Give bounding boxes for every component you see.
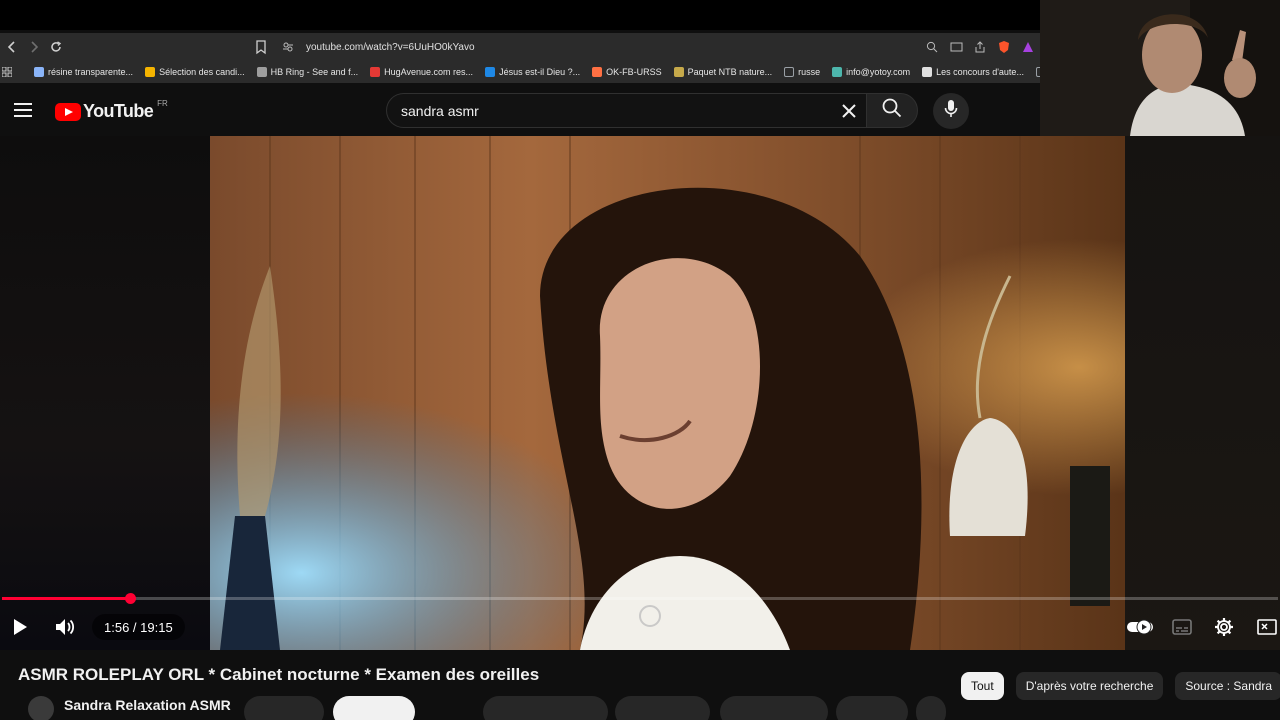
forward-icon[interactable] <box>24 37 44 57</box>
time-display: 1:56 / 19:15 <box>92 614 185 640</box>
share-button[interactable] <box>615 696 710 720</box>
bookmark-item[interactable]: Jésus est-il Dieu ?... <box>485 67 580 77</box>
bookmarks-bar: résine transparente... Sélection des can… <box>0 61 1040 83</box>
subtitles-icon[interactable] <box>1170 615 1194 639</box>
logo-text: YouTube <box>83 101 154 121</box>
bookmark-item[interactable]: Paquet NTB nature... <box>673 67 772 77</box>
autoplay-toggle[interactable] <box>1126 615 1154 639</box>
bookmark-item[interactable]: HugAvenue.com res... <box>370 67 473 77</box>
bookmark-favicon-icon <box>256 67 267 77</box>
search-input[interactable]: sandra asmr <box>386 93 866 128</box>
brave-shield-icon[interactable] <box>996 39 1012 55</box>
cast-icon[interactable] <box>948 39 964 55</box>
miniplayer-icon[interactable] <box>1255 615 1279 639</box>
bookmark-item[interactable]: info@yotoy.com <box>832 67 910 77</box>
address-bar[interactable]: youtube.com/watch?v=6UuHO0kYavo <box>254 36 1040 58</box>
player-letterbox-left <box>0 136 210 650</box>
youtube-header: YouTube FR sandra asmr <box>0 86 1040 136</box>
volume-icon[interactable] <box>53 615 77 639</box>
youtube-play-logo-icon <box>55 102 81 121</box>
bookmark-item[interactable]: Sélection des candi... <box>145 67 245 77</box>
player-controls: 1:56 / 19:15 <box>0 611 1280 643</box>
channel-avatar[interactable] <box>28 696 54 720</box>
url-text[interactable]: youtube.com/watch?v=6UuHO0kYavo <box>306 42 475 53</box>
bookmark-favicon-icon <box>673 67 684 77</box>
clip-button[interactable] <box>836 696 908 720</box>
browser-toolbar: youtube.com/watch?v=6UuHO0kYavo <box>0 33 1040 61</box>
microphone-icon <box>944 99 958 124</box>
subscribe-button[interactable] <box>333 696 415 720</box>
reload-icon[interactable] <box>46 37 66 57</box>
progress-bar[interactable] <box>2 593 1278 604</box>
bookmark-favicon-icon <box>832 67 843 77</box>
country-code: FR <box>157 99 168 108</box>
progress-scrubber[interactable] <box>125 593 136 604</box>
apps-grid-icon[interactable] <box>2 67 12 77</box>
bookmark-item[interactable]: Les concours d'aute... <box>922 67 1024 77</box>
chip-related-search[interactable]: D'après votre recherche <box>1015 672 1164 700</box>
bookmark-item[interactable]: OK-FB-URSS <box>592 67 662 77</box>
like-dislike-button[interactable] <box>483 696 608 720</box>
bookmark-favicon-icon <box>485 67 496 77</box>
search-query[interactable]: sandra asmr <box>401 103 479 119</box>
search-button[interactable] <box>866 93 918 128</box>
channel-name[interactable]: Sandra Relaxation ASMR <box>64 697 231 713</box>
hamburger-menu-icon[interactable] <box>14 103 32 117</box>
search-icon <box>882 98 902 123</box>
share-icon[interactable] <box>972 39 988 55</box>
progress-played <box>2 597 130 600</box>
folder-icon <box>784 67 795 77</box>
video-info: ASMR ROLEPLAY ORL * Cabinet nocturne * E… <box>0 650 1280 720</box>
bookmark-favicon-icon <box>145 67 156 77</box>
rewards-icon[interactable] <box>1020 39 1036 55</box>
bookmark-favicon-icon <box>922 67 933 77</box>
back-icon[interactable] <box>2 37 22 57</box>
webcam-overlay <box>1040 0 1280 136</box>
related-filter-chips: Tout D'après votre recherche Source : Sa… <box>961 672 1280 700</box>
video-frame[interactable] <box>210 136 1125 650</box>
join-button[interactable] <box>244 696 324 720</box>
voice-search-button[interactable] <box>933 93 969 129</box>
video-player[interactable]: 1:56 / 19:15 <box>0 136 1280 650</box>
youtube-logo[interactable]: YouTube FR <box>55 99 168 122</box>
zoom-icon[interactable] <box>924 39 940 55</box>
chip-source[interactable]: Source : Sandra <box>1175 672 1280 700</box>
bookmark-favicon-icon <box>592 67 603 77</box>
bookmark-item[interactable]: HB Ring - See and f... <box>256 67 358 77</box>
bookmark-star-icon[interactable] <box>254 39 270 55</box>
bookmark-favicon-icon <box>34 67 44 77</box>
bookmark-folder[interactable]: russe <box>784 67 820 77</box>
download-button[interactable] <box>720 696 828 720</box>
video-title: ASMR ROLEPLAY ORL * Cabinet nocturne * E… <box>18 665 540 684</box>
bookmark-item[interactable]: résine transparente... <box>34 67 133 77</box>
clear-search-icon[interactable] <box>840 102 858 120</box>
site-info-icon[interactable] <box>282 40 296 54</box>
settings-gear-icon[interactable] <box>1212 615 1236 639</box>
more-actions-button[interactable] <box>916 696 946 720</box>
channel-row: Sandra Relaxation ASMR <box>28 694 968 720</box>
play-icon[interactable] <box>8 615 32 639</box>
bookmark-favicon-icon <box>370 67 381 77</box>
player-letterbox-right <box>1125 136 1280 650</box>
